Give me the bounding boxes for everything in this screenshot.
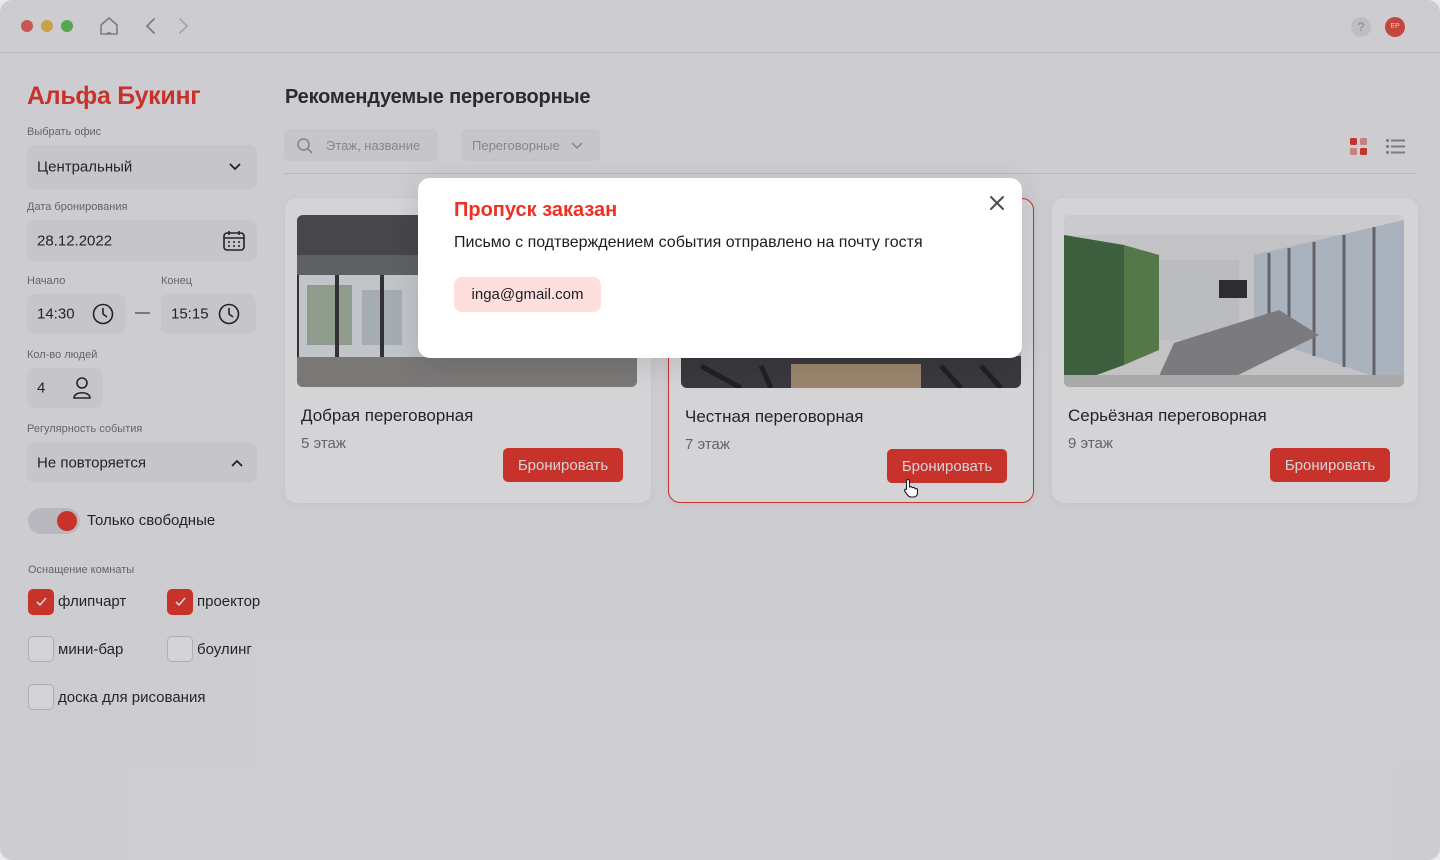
dialog-title: Пропуск заказан xyxy=(454,199,618,221)
close-icon[interactable] xyxy=(988,194,1006,212)
hand-cursor-icon xyxy=(904,478,919,498)
app-window: ? ЕР Альфа Букинг Выбрать офис Центральн… xyxy=(0,0,1440,860)
dialog-message: Письмо с подтверждением события отправле… xyxy=(454,234,923,251)
pass-ordered-dialog: Пропуск заказан Письмо с подтверждением … xyxy=(418,178,1022,358)
modal-backdrop[interactable] xyxy=(0,0,1440,860)
guest-email-chip: inga@gmail.com xyxy=(454,277,601,312)
